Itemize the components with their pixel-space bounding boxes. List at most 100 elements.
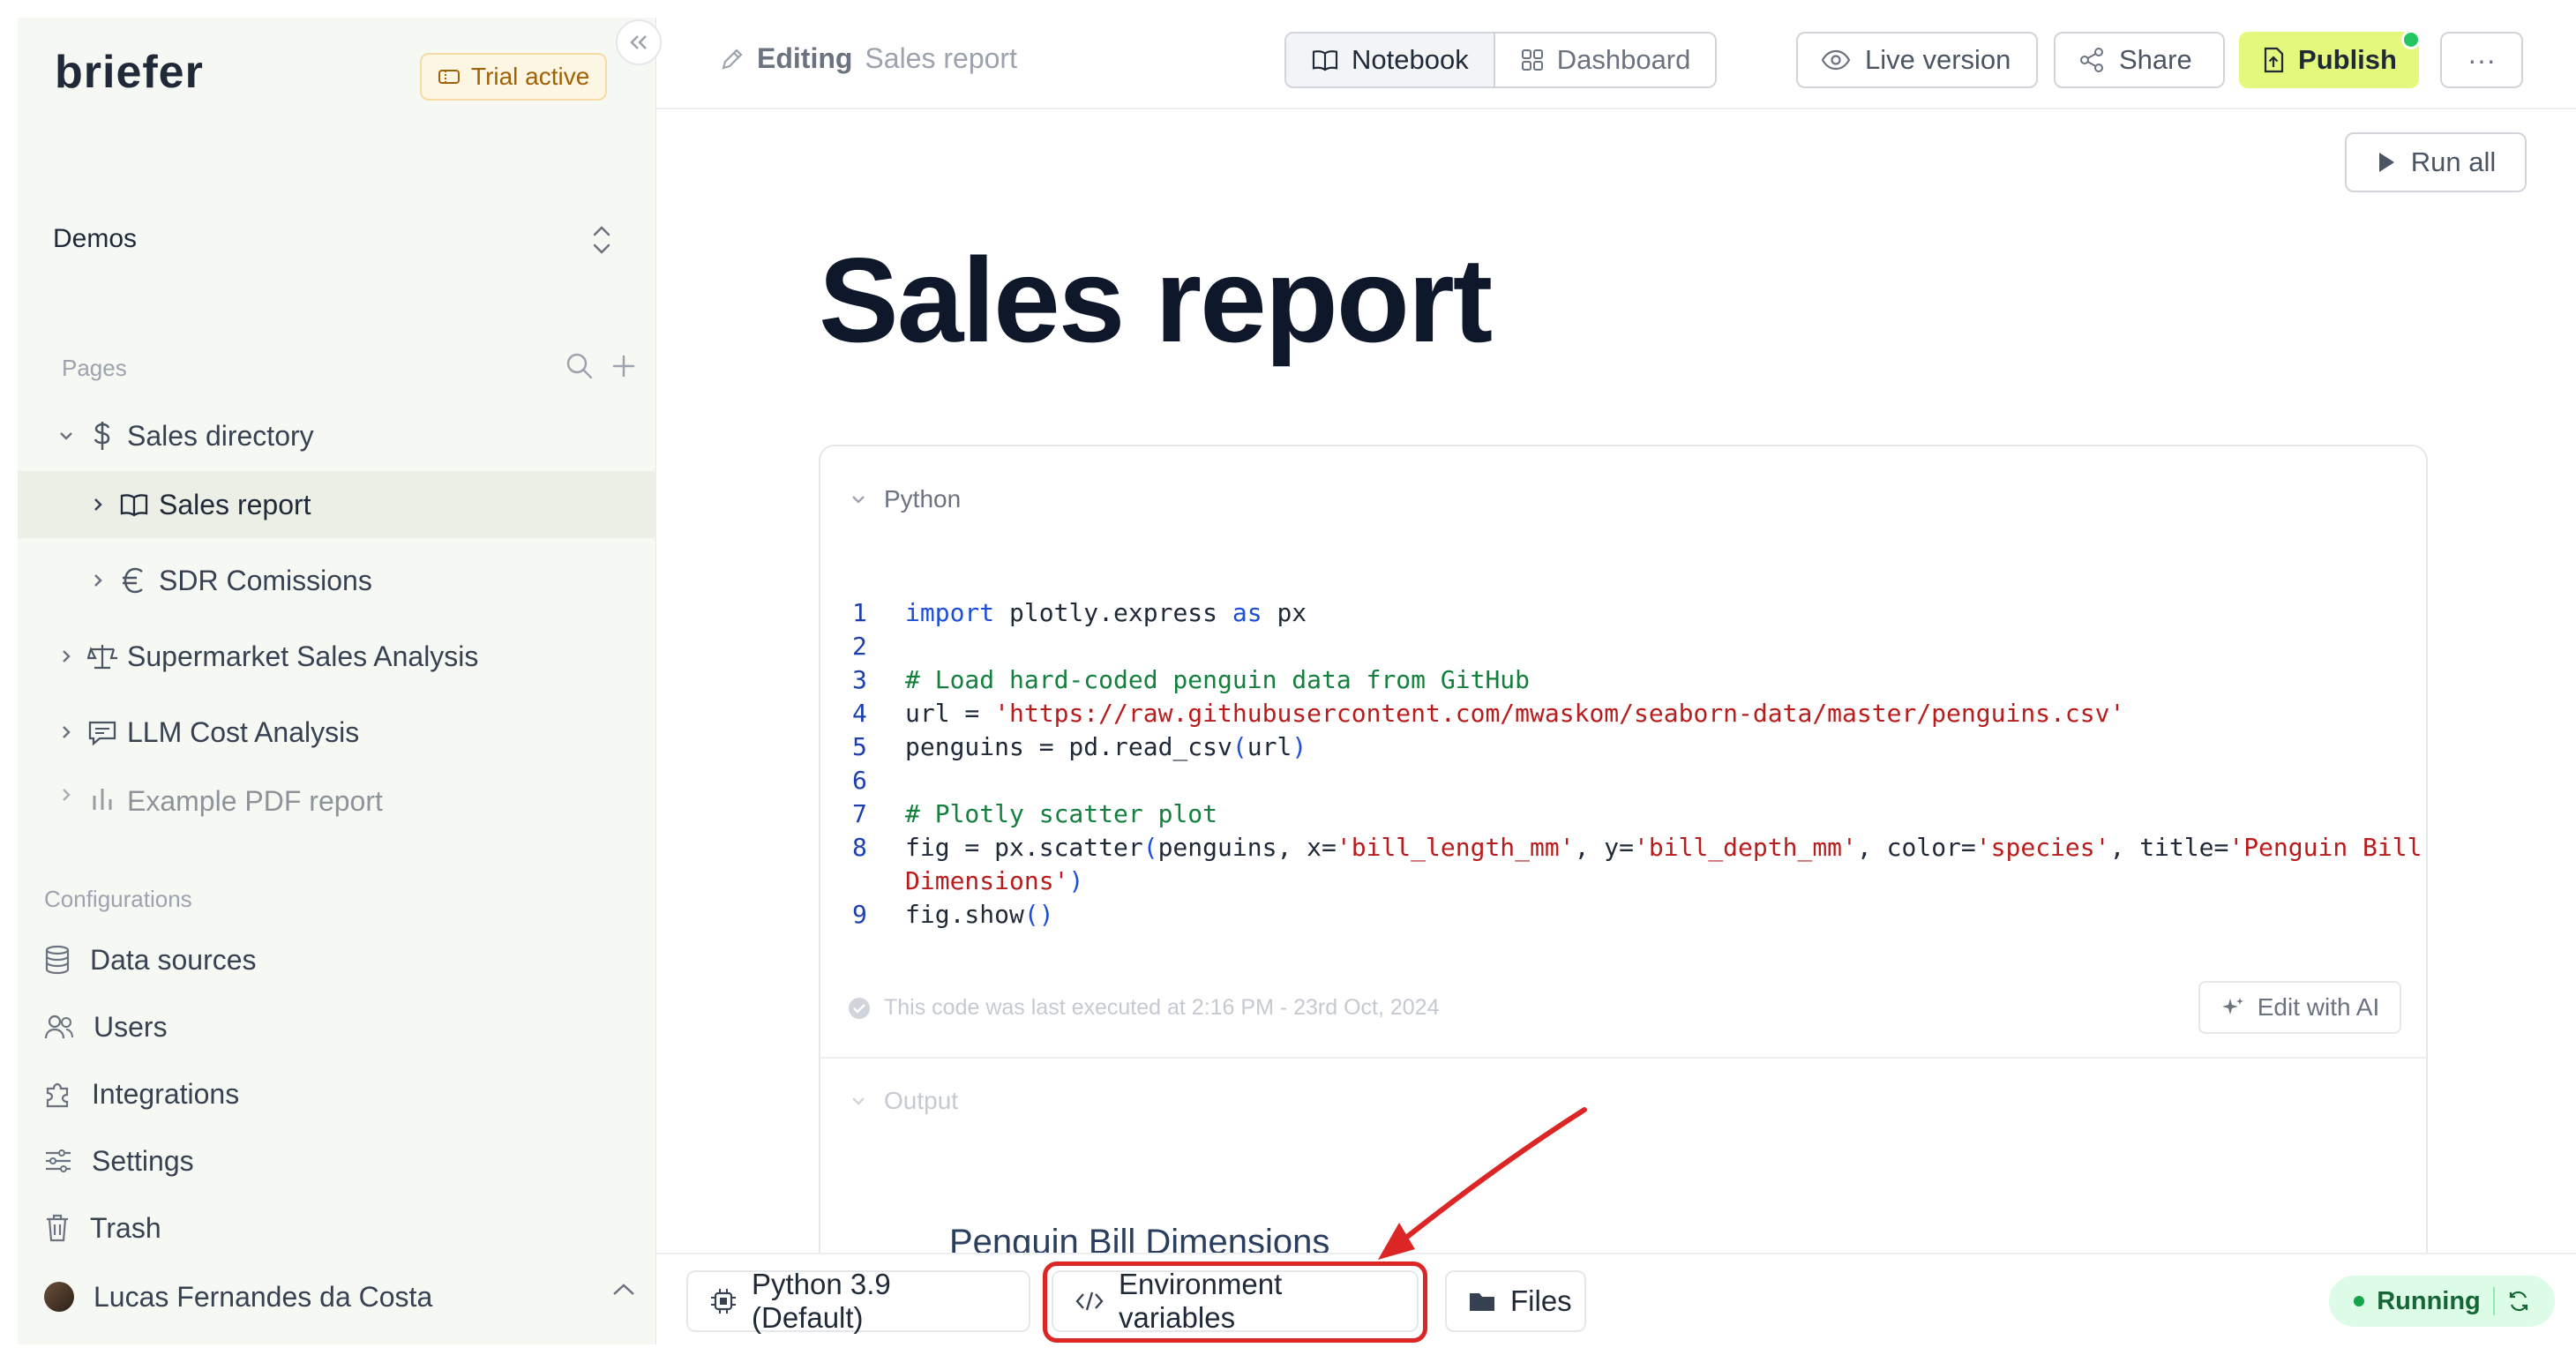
tab-dashboard[interactable]: Dashboard: [1495, 34, 1716, 86]
collapse-sidebar-button[interactable]: [616, 19, 662, 65]
line-number: 9: [852, 900, 867, 929]
code-token: 'Penguin Bill: [2228, 833, 2422, 862]
chevron-right-icon[interactable]: [85, 495, 111, 514]
code-editor[interactable]: 1 import plotly.express as px 2 3 # Load ha…: [852, 596, 2422, 932]
run-all-button[interactable]: Run all: [2345, 132, 2527, 192]
chevrons-left-icon: [630, 35, 647, 49]
configurations-section-label: Configurations: [44, 886, 192, 912]
code-line[interactable]: 1 import plotly.express as px: [852, 596, 2405, 630]
files-button[interactable]: Files: [1445, 1270, 1586, 1332]
chevron-right-icon[interactable]: [53, 785, 79, 805]
sidebar-item-users[interactable]: Users: [44, 1000, 168, 1053]
line-number: 4: [852, 699, 867, 728]
code-line[interactable]: 2: [852, 630, 2405, 663]
folder-icon: [1468, 1290, 1496, 1313]
bar-chart-icon: [85, 785, 120, 812]
annotation-highlight: [1043, 1261, 1427, 1343]
refresh-icon[interactable]: [2507, 1290, 2530, 1313]
sidebar-item-supermarket-sales[interactable]: Supermarket Sales Analysis: [18, 623, 656, 690]
page-title[interactable]: Sales report: [819, 231, 1493, 369]
chevron-down-icon[interactable]: [849, 490, 868, 509]
code-token: fig.show: [905, 900, 1024, 929]
code-text: import plotly.express as px: [905, 596, 1307, 630]
code-token: url: [1247, 732, 1292, 761]
edit-with-ai-button[interactable]: Edit with AI: [2198, 981, 2401, 1034]
share-button[interactable]: Share: [2054, 32, 2225, 88]
chevron-right-icon[interactable]: [53, 722, 79, 742]
tab-label: Dashboard: [1556, 44, 1691, 75]
sidebar-item-pdf-report[interactable]: Example PDF report: [18, 785, 656, 820]
chevron-up-down-icon[interactable]: [589, 222, 614, 258]
code-token: penguins, x=: [1157, 833, 1337, 862]
execution-status-text: This code was last executed at 2:16 PM -…: [884, 995, 1440, 1020]
sidebar-item-trash[interactable]: Trash: [44, 1202, 161, 1254]
sidebar-item-sales-directory[interactable]: Sales directory: [18, 402, 656, 469]
chevron-right-icon[interactable]: [53, 647, 79, 666]
code-text: # Load hard-coded penguin data from GitH…: [905, 663, 1530, 697]
live-version-button[interactable]: Live version: [1796, 32, 2038, 88]
code-token: 'bill_depth_mm': [1634, 833, 1857, 862]
output-header[interactable]: Output: [849, 1087, 958, 1115]
ticket-icon: [438, 68, 461, 86]
sidebar-item-label: Settings: [92, 1144, 194, 1177]
trial-badge[interactable]: Trial active: [420, 53, 608, 101]
document-name: Sales report: [865, 42, 1017, 74]
annotation-arrow: [1378, 1107, 1587, 1260]
code-line[interactable]: 9 fig.show(): [852, 898, 2405, 932]
code-token: fig = px.scatter: [905, 833, 1143, 862]
line-number: 3: [852, 665, 867, 694]
code-text: fig.show(): [905, 898, 1054, 932]
book-icon: [1311, 49, 1339, 71]
sidebar-item-data-sources[interactable]: Data sources: [44, 933, 257, 986]
code-token: # Load hard-coded penguin data from GitH…: [905, 665, 1531, 694]
chevron-down-icon[interactable]: [53, 426, 79, 445]
code-line[interactable]: 8 fig = px.scatter(penguins, x='bill_leng…: [852, 831, 2422, 865]
cell-header[interactable]: Python: [849, 485, 961, 513]
code-token: # Plotly scatter plot: [905, 799, 1218, 828]
code-line[interactable]: 3 # Load hard-coded penguin data from Git…: [852, 663, 2405, 697]
publish-status-dot: [2401, 30, 2421, 49]
user-menu[interactable]: Lucas Fernandes da Costa: [44, 1270, 432, 1323]
code-token: ): [1068, 866, 1084, 895]
search-icon[interactable]: [565, 351, 595, 381]
python-environment-button[interactable]: Python 3.9 (Default): [686, 1268, 1030, 1334]
chevron-down-icon[interactable]: [849, 1091, 868, 1111]
play-icon: [2376, 150, 2397, 175]
more-options-button[interactable]: ···: [2440, 32, 2523, 88]
publish-label: Publish: [2298, 44, 2397, 75]
trash-icon: [44, 1213, 71, 1243]
tab-notebook[interactable]: Notebook: [1286, 34, 1495, 86]
publish-button[interactable]: Publish: [2239, 32, 2419, 88]
code-token: plotly.express: [994, 598, 1232, 627]
sidebar-item-sdr-comissions[interactable]: SDR Comissions: [18, 547, 656, 614]
chevron-right-icon[interactable]: [85, 571, 111, 590]
add-page-icon[interactable]: [609, 351, 639, 381]
code-line[interactable]: 5 penguins = pd.read_csv(url): [852, 730, 2405, 764]
code-line[interactable]: 6: [852, 764, 2405, 797]
kernel-status-badge[interactable]: Running: [2329, 1276, 2555, 1327]
share-icon: [2078, 47, 2105, 73]
workspace-selector[interactable]: Demos: [53, 224, 137, 254]
code-token: url =: [905, 699, 995, 728]
sidebar-item-label: Data sources: [90, 943, 257, 976]
upload-doc-icon: [2261, 46, 2286, 74]
code-token: (: [1232, 732, 1247, 761]
view-toggle: Notebook Dashboard: [1284, 32, 1718, 88]
cell-divider: [820, 1057, 2426, 1059]
code-token: ): [1292, 732, 1307, 761]
code-line[interactable]: 7 # Plotly scatter plot: [852, 797, 2405, 831]
line-number: 2: [852, 632, 867, 661]
sidebar-item-llm-cost[interactable]: LLM Cost Analysis: [18, 699, 656, 766]
chevron-up-icon[interactable]: [610, 1281, 637, 1299]
sidebar-item-integrations[interactable]: Integrations: [44, 1067, 239, 1120]
cell-type-label: Python: [884, 485, 962, 513]
sidebar-item-label: Integrations: [92, 1077, 240, 1110]
python-environment-label: Python 3.9 (Default): [752, 1268, 891, 1334]
sidebar-item-settings[interactable]: Settings: [44, 1134, 194, 1187]
execution-status: This code was last executed at 2:16 PM -…: [847, 995, 1440, 1021]
sparkle-icon: [2220, 995, 2245, 1020]
code-line[interactable]: 4 url = 'https://raw.githubusercontent.co…: [852, 697, 2405, 730]
code-line[interactable]: Dimensions'): [852, 865, 2405, 898]
sidebar-item-sales-report[interactable]: Sales report: [18, 471, 656, 538]
